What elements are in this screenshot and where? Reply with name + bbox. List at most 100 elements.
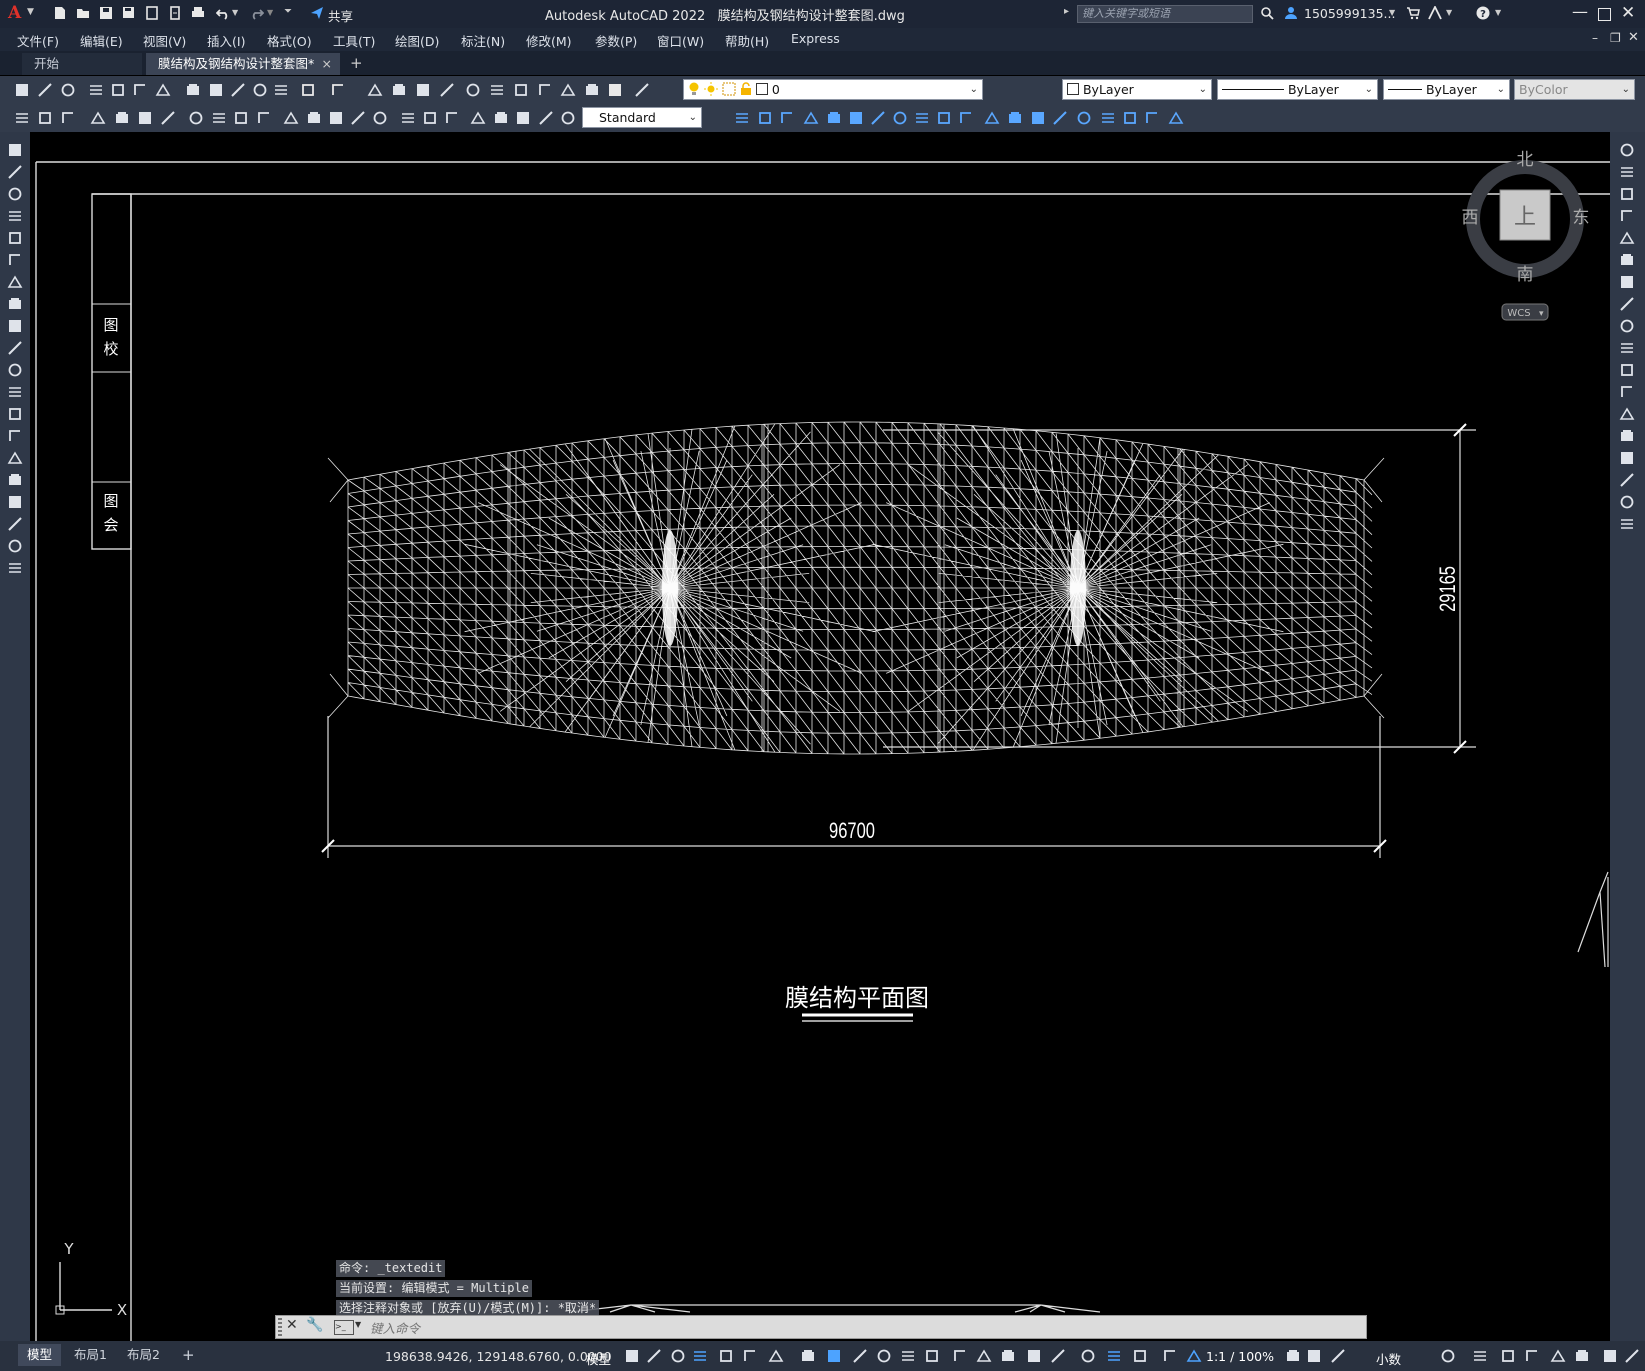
drawing-title[interactable]: 膜结构平面图 <box>785 984 929 1012</box>
dimension-tool-7-icon[interactable] <box>160 110 176 126</box>
modify-tool-3-icon[interactable] <box>1619 186 1635 202</box>
linetype-dropdown[interactable]: ByLayer ⌄ <box>1217 79 1378 100</box>
tab-close-icon[interactable]: × <box>322 53 332 74</box>
modify-tool-8-icon[interactable] <box>1619 296 1635 312</box>
menu-format[interactable]: 格式(O) <box>267 31 312 50</box>
layout-tab-layout2[interactable]: 布局2 <box>118 1344 169 1366</box>
standard-tool-18-icon[interactable] <box>439 82 455 98</box>
dimension-tool-35-icon[interactable] <box>958 110 974 126</box>
new-file-icon[interactable] <box>53 6 67 20</box>
maximize-icon[interactable] <box>1598 8 1611 21</box>
dimension-tool-28-icon[interactable] <box>803 110 819 126</box>
help-icon[interactable]: ? <box>1476 6 1490 20</box>
undo-icon[interactable] <box>216 6 230 20</box>
status-toggle-18-icon[interactable] <box>1050 1348 1066 1364</box>
menu-draw[interactable]: 绘图(D) <box>395 31 439 50</box>
standard-tool-16-icon[interactable] <box>391 82 407 98</box>
dimension-tool-38-icon[interactable] <box>1030 110 1046 126</box>
command-history-dropdown-icon[interactable]: ▼ <box>355 1320 361 1329</box>
command-close-icon[interactable]: ✕ <box>286 1317 298 1333</box>
viewcube-east[interactable]: 东 <box>1573 208 1590 228</box>
units-value[interactable]: 小数 <box>1376 1349 1401 1368</box>
draw-tool-2-icon[interactable] <box>7 164 23 180</box>
new-tab-button[interactable]: + <box>344 53 370 75</box>
web-mobile-icon[interactable] <box>145 6 159 20</box>
coordinates-readout[interactable]: 198638.9426, 129148.6760, 0.0000 <box>385 1349 612 1364</box>
layout-tab-model[interactable]: 模型 <box>18 1344 62 1366</box>
draw-tool-11-icon[interactable] <box>7 362 23 378</box>
dim-height-text[interactable]: 29165 <box>1436 566 1461 612</box>
dimension-tool-19-icon[interactable] <box>444 110 460 126</box>
dimension-tool-5-icon[interactable] <box>114 110 130 126</box>
draw-tool-5-icon[interactable] <box>7 230 23 246</box>
status-toggle-28-icon[interactable] <box>1472 1348 1488 1364</box>
menu-help[interactable]: 帮助(H) <box>725 31 769 50</box>
draw-tool-4-icon[interactable] <box>7 208 23 224</box>
status-toggle-14-icon[interactable] <box>952 1348 968 1364</box>
status-toggle-10-icon[interactable] <box>852 1348 868 1364</box>
menu-modify[interactable]: 修改(M) <box>526 31 572 50</box>
status-toggle-19-icon[interactable] <box>1080 1348 1096 1364</box>
membrane-mesh[interactable] <box>327 421 1385 755</box>
search-icon[interactable] <box>1260 6 1274 20</box>
doc-restore-icon[interactable]: ❐ <box>1610 31 1621 45</box>
standard-tool-8-icon[interactable] <box>185 82 201 98</box>
redo-dropdown-icon[interactable]: ▼ <box>267 8 273 17</box>
dimension-tool-30-icon[interactable] <box>848 110 864 126</box>
search-input[interactable]: 键入关键字或短语 <box>1077 5 1253 23</box>
plot-icon[interactable] <box>191 6 205 20</box>
dimension-tool-31-icon[interactable] <box>870 110 886 126</box>
standard-tool-15-icon[interactable] <box>367 82 383 98</box>
modify-tool-12-icon[interactable] <box>1619 384 1635 400</box>
draw-tool-20-icon[interactable] <box>7 560 23 576</box>
status-toggle-29-icon[interactable] <box>1500 1348 1516 1364</box>
modify-tool-13-icon[interactable] <box>1619 406 1635 422</box>
standard-tool-2-icon[interactable] <box>37 82 53 98</box>
menu-insert[interactable]: 插入(I) <box>207 31 245 50</box>
status-toggle-32-icon[interactable] <box>1574 1348 1590 1364</box>
status-toggle-15-icon[interactable] <box>976 1348 992 1364</box>
status-toggle-27-icon[interactable] <box>1440 1348 1456 1364</box>
status-toggle-2-icon[interactable] <box>646 1348 662 1364</box>
dimension-tool-11-icon[interactable] <box>256 110 272 126</box>
status-toggle-9-icon[interactable] <box>826 1348 842 1364</box>
minimize-icon[interactable]: — <box>1572 2 1588 21</box>
standard-tool-19-icon[interactable] <box>465 82 481 98</box>
dimension-tool-12-icon[interactable] <box>283 110 299 126</box>
modify-tool-7-icon[interactable] <box>1619 274 1635 290</box>
share-label[interactable]: 共享 <box>328 6 353 25</box>
status-toggle-13-icon[interactable] <box>924 1348 940 1364</box>
viewcube[interactable]: 上 北 南 西 东 WCS ▾ <box>1462 150 1590 321</box>
dimension-tool-20-icon[interactable] <box>470 110 486 126</box>
status-toggle-22-icon[interactable] <box>1162 1348 1178 1364</box>
status-toggle-1-icon[interactable] <box>624 1348 640 1364</box>
user-name[interactable]: 1505999135... <box>1304 6 1395 21</box>
viewcube-west[interactable]: 西 <box>1462 208 1479 228</box>
standard-tool-4-icon[interactable] <box>88 82 104 98</box>
cart-icon[interactable] <box>1406 6 1420 20</box>
standard-tool-7-icon[interactable] <box>155 82 171 98</box>
viewcube-north[interactable]: 北 <box>1517 150 1534 170</box>
draw-tool-7-icon[interactable] <box>7 274 23 290</box>
standard-tool-24-icon[interactable] <box>584 82 600 98</box>
dimension-tool-13-icon[interactable] <box>306 110 322 126</box>
standard-tool-9-icon[interactable] <box>208 82 224 98</box>
status-toggle-7-icon[interactable] <box>768 1348 784 1364</box>
status-toggle-26-icon[interactable] <box>1330 1348 1346 1364</box>
standard-tool-20-icon[interactable] <box>489 82 505 98</box>
status-toggle-16-icon[interactable] <box>1000 1348 1016 1364</box>
dimension-tool-14-icon[interactable] <box>328 110 344 126</box>
standard-tool-6-icon[interactable] <box>132 82 148 98</box>
dimension-tool-43-icon[interactable] <box>1144 110 1160 126</box>
status-toggle-12-icon[interactable] <box>900 1348 916 1364</box>
dimension-tool-15-icon[interactable] <box>350 110 366 126</box>
lineweight-dropdown[interactable]: ByLayer ⌄ <box>1383 79 1510 100</box>
draw-tool-9-icon[interactable] <box>7 318 23 334</box>
modify-tool-11-icon[interactable] <box>1619 362 1635 378</box>
a360-dropdown-icon[interactable]: ▼ <box>1446 8 1452 17</box>
standard-tool-10-icon[interactable] <box>230 82 246 98</box>
modify-tool-14-icon[interactable] <box>1619 428 1635 444</box>
status-toggle-6-icon[interactable] <box>742 1348 758 1364</box>
share-icon[interactable] <box>310 6 324 20</box>
modify-tool-17-icon[interactable] <box>1619 494 1635 510</box>
